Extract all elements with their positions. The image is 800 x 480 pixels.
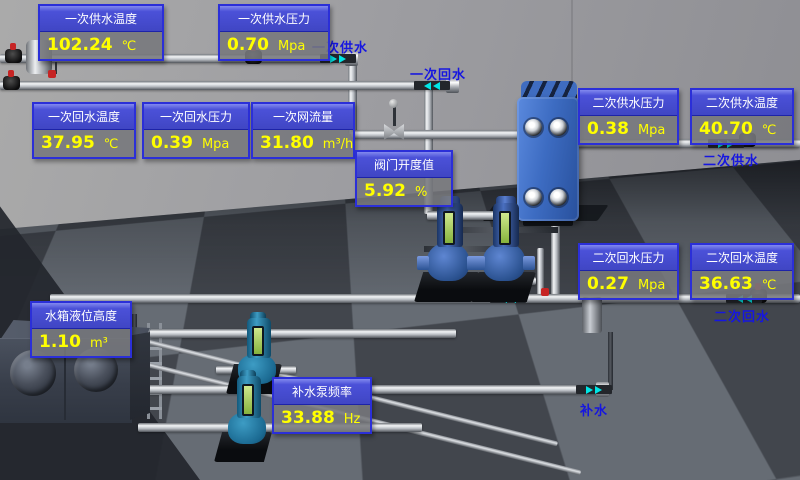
water-tank-side [130, 332, 150, 420]
gauge-title: 二次供水温度 [692, 90, 792, 116]
gauge-unit: Mpa [278, 39, 305, 54]
pipe-tag-makeup-water: 补水 [580, 400, 608, 419]
gauge-title: 一次回水压力 [144, 104, 248, 130]
pipe-pump-line-upper [150, 329, 456, 338]
gauge-secondary-supply-temp[interactable]: 二次供水温度 40.70 ℃ [690, 88, 794, 145]
drain-valve [541, 288, 549, 296]
gauge-makeup-pump-frequency[interactable]: 补水泵频率 33.88 Hz [272, 377, 372, 434]
gauge-unit: Mpa [638, 123, 665, 138]
gauge-title: 补水泵频率 [274, 379, 370, 405]
pump-sight-glass [252, 326, 264, 356]
scada-heating-station-screen: 一次供水 一次回水 二次供水 二次回水 补水 一次供水温度 102.24℃ 一次… [0, 0, 800, 480]
gauge-unit: m³ [90, 336, 108, 351]
pipe-tag-secondary-return: 二次回水 [714, 306, 770, 325]
gauge-value: 33.88 [281, 408, 335, 428]
gauge-value: 0.27 [587, 274, 629, 294]
gauge-title: 一次供水温度 [40, 6, 162, 32]
gauge-value: 31.80 [260, 133, 314, 153]
pipe-tee-fitting [582, 297, 602, 333]
gauge-unit: ℃ [762, 123, 777, 138]
gauge-value: 0.70 [227, 35, 269, 55]
gauge-unit: ℃ [122, 39, 137, 54]
pipe-primary-return [0, 81, 450, 90]
gauge-title: 二次回水温度 [692, 245, 792, 271]
valve-handle [8, 70, 14, 77]
pipe-tag-primary-return: 一次回水 [410, 64, 466, 83]
pump-volute [427, 243, 469, 281]
gauge-unit: % [415, 185, 427, 200]
gauge-unit: Hz [344, 412, 361, 427]
gauge-valve-opening[interactable]: 阀门开度值 5.92% [355, 150, 453, 207]
gauge-value: 37.95 [41, 133, 95, 153]
control-valve-actuator [389, 99, 398, 108]
hx-port [525, 119, 542, 136]
gauge-secondary-return-pressure[interactable]: 二次回水压力 0.27 Mpa [578, 243, 679, 300]
gauge-tank-level[interactable]: 水箱液位高度 1.10 m³ [30, 301, 132, 358]
gauge-value: 5.92 [364, 181, 406, 201]
hx-port [550, 119, 567, 136]
gauge-unit: Mpa [638, 278, 665, 293]
shutoff-valve [3, 76, 20, 90]
gauge-value: 0.39 [151, 133, 193, 153]
pump-volute [483, 243, 525, 281]
gauge-unit: ℃ [762, 278, 777, 293]
gauge-unit: Mpa [202, 137, 229, 152]
pump-flange [473, 256, 485, 270]
drain-valve [48, 70, 56, 78]
gauge-value: 36.63 [699, 274, 753, 294]
gauge-title: 一次网流量 [253, 104, 353, 130]
gauge-title: 水箱液位高度 [32, 303, 130, 329]
gauge-primary-return-temp[interactable]: 一次回水温度 37.95 ℃ [32, 102, 136, 159]
gauge-secondary-return-temp[interactable]: 二次回水温度 36.63 ℃ [690, 243, 794, 300]
pipe-primary-supply-run [351, 130, 533, 139]
gauge-title: 一次供水压力 [220, 6, 328, 32]
gauge-unit: m³/h [323, 137, 354, 152]
gauge-title: 阀门开度值 [357, 152, 451, 178]
hx-port [525, 189, 542, 206]
gauge-unit: ℃ [104, 137, 119, 152]
gauge-value: 102.24 [47, 35, 113, 55]
gauge-title: 二次回水压力 [580, 245, 677, 271]
gauge-title: 一次回水温度 [34, 104, 134, 130]
gauge-primary-supply-temp[interactable]: 一次供水温度 102.24 ℃ [38, 4, 164, 61]
gauge-primary-return-pressure[interactable]: 一次回水压力 0.39 Mpa [142, 102, 250, 159]
pipe-makeup-riser [608, 332, 613, 390]
pump-sight-glass [499, 211, 511, 245]
gauge-primary-supply-pressure[interactable]: 一次供水压力 0.70 Mpa [218, 4, 330, 61]
valve-handle [10, 43, 16, 50]
flow-arrow-icon [576, 385, 612, 394]
pump-flange [417, 256, 429, 270]
hx-port [550, 189, 567, 206]
gauge-title: 二次供水压力 [580, 90, 677, 116]
pump-flange [523, 256, 535, 270]
gauge-secondary-supply-pressure[interactable]: 二次供水压力 0.38 Mpa [578, 88, 679, 145]
gauge-value: 0.38 [587, 119, 629, 139]
pipe-tag-secondary-supply: 二次供水 [703, 150, 759, 169]
shutoff-valve [5, 49, 22, 63]
pump-sight-glass [242, 384, 254, 416]
gauge-primary-network-flow[interactable]: 一次网流量 31.80 m³/h [251, 102, 355, 159]
pipe-makeup-water [140, 385, 610, 394]
control-valve-stem [393, 106, 396, 126]
gauge-value: 40.70 [699, 119, 753, 139]
pump-sight-glass [443, 211, 455, 245]
gauge-value: 1.10 [39, 332, 81, 352]
